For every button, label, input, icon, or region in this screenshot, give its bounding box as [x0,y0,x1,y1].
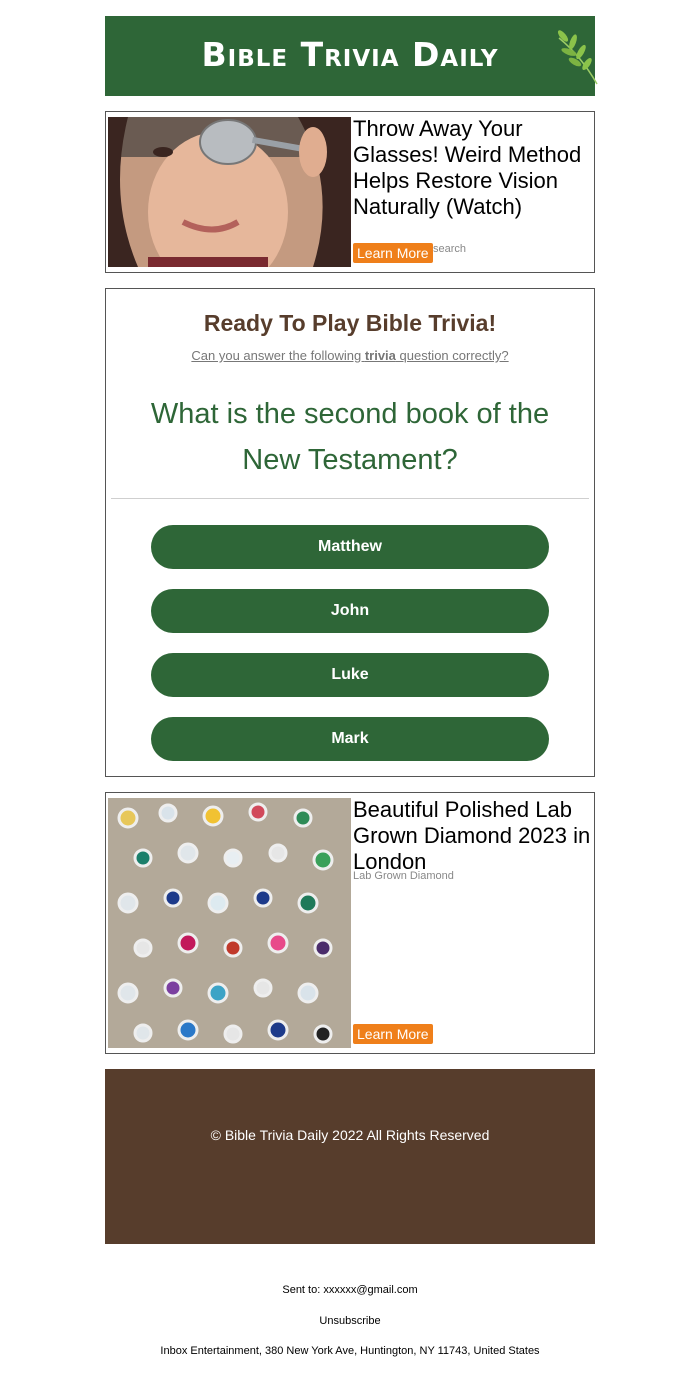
answer-button-mark[interactable]: Mark [151,717,549,761]
ad-title[interactable]: Beautiful Polished Lab Grown Diamond 202… [353,797,593,875]
logo-text: Bible Trivia Daily [201,34,499,74]
learn-more-button[interactable]: Learn More [353,243,433,263]
unsubscribe-link[interactable]: Unsubscribe [0,1315,700,1327]
trivia-card: Ready To Play Bible Trivia! Can you answ… [105,288,595,777]
address-text: Inbox Entertainment, 380 New York Ave, H… [160,1345,540,1357]
divider [111,498,589,499]
ad-vision[interactable]: Throw Away Your Glasses! Weird Method He… [105,111,595,273]
quiz-heading: Ready To Play Bible Trivia! [203,310,497,336]
answer-button-john[interactable]: John [151,589,549,633]
sent-to-text: Sent to: xxxxxx@gmail.com [282,1284,418,1296]
ad-image-woman-spoon[interactable] [108,117,351,267]
olive-branch-icon [557,30,598,85]
ad-image-rings[interactable] [108,798,351,1048]
copyright-text: © Bible Trivia Daily 2022 All Rights Res… [210,1127,490,1143]
ad-sponsor: Lab Grown Diamond [353,870,454,882]
answer-button-luke[interactable]: Luke [151,653,549,697]
ad-sponsor: search [433,243,467,255]
ad-diamond[interactable]: Beautiful Polished Lab Grown Diamond 202… [105,792,595,1054]
ad-title[interactable]: Throw Away Your Glasses! Weird Method He… [353,116,593,220]
answer-button-matthew[interactable]: Matthew [151,525,549,569]
quiz-subtitle[interactable]: Can you answer the following trivia ques… [106,348,594,363]
quiz-question: What is the second book of the New Testa… [150,398,550,476]
header-banner[interactable]: Bible Trivia Daily [105,16,598,96]
footer: © Bible Trivia Daily 2022 All Rights Res… [105,1069,595,1244]
learn-more-button[interactable]: Learn More [353,1024,433,1044]
